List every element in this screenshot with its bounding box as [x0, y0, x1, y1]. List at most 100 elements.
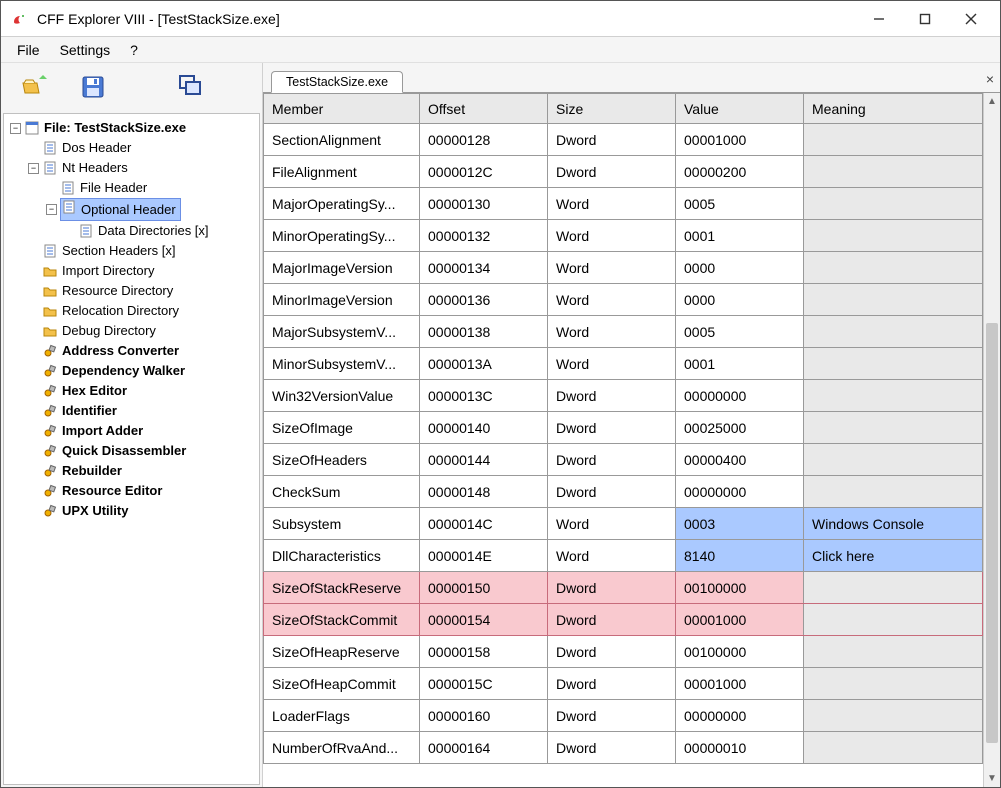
cell-meaning[interactable]: Windows Console — [804, 508, 983, 540]
cell-size[interactable]: Dword — [548, 156, 676, 188]
cell-offset[interactable]: 00000136 — [420, 284, 548, 316]
menu-settings[interactable]: Settings — [50, 40, 121, 60]
menu-file[interactable]: File — [7, 40, 50, 60]
cascade-icon[interactable] — [177, 73, 205, 101]
cell-value[interactable]: 0003 — [676, 508, 804, 540]
cell-value[interactable]: 00000400 — [676, 444, 804, 476]
cell-value[interactable]: 0000 — [676, 284, 804, 316]
cell-member[interactable]: SizeOfStackCommit — [264, 604, 420, 636]
table-row[interactable]: MajorOperatingSy...00000130Word0005 — [264, 188, 983, 220]
expander-icon[interactable]: − — [10, 123, 21, 134]
cell-offset[interactable]: 00000130 — [420, 188, 548, 220]
table-row[interactable]: FileAlignment0000012CDword00000200 — [264, 156, 983, 188]
cell-size[interactable]: Dword — [548, 572, 676, 604]
cell-value[interactable]: 8140 — [676, 540, 804, 572]
cell-value[interactable]: 00100000 — [676, 636, 804, 668]
tree-item[interactable]: Rebuilder — [6, 461, 257, 481]
tree-item[interactable]: Data Directories [x] — [6, 221, 257, 241]
cell-size[interactable]: Dword — [548, 700, 676, 732]
scroll-down-icon[interactable]: ▼ — [984, 770, 1000, 787]
close-button[interactable] — [948, 3, 994, 35]
tree-item[interactable]: −Nt Headers — [6, 158, 257, 178]
cell-size[interactable]: Dword — [548, 636, 676, 668]
minimize-button[interactable] — [856, 3, 902, 35]
cell-offset[interactable]: 0000013C — [420, 380, 548, 412]
cell-member[interactable]: DllCharacteristics — [264, 540, 420, 572]
data-grid[interactable]: Member Offset Size Value Meaning Section… — [263, 93, 983, 764]
tree-item[interactable]: Identifier — [6, 401, 257, 421]
tab-file[interactable]: TestStackSize.exe — [271, 71, 403, 93]
cell-member[interactable]: Subsystem — [264, 508, 420, 540]
cell-offset[interactable]: 0000014C — [420, 508, 548, 540]
cell-offset[interactable]: 00000154 — [420, 604, 548, 636]
tree-item[interactable]: Address Converter — [6, 341, 257, 361]
table-row[interactable]: MajorSubsystemV...00000138Word0005 — [264, 316, 983, 348]
table-row[interactable]: SizeOfHeapCommit0000015CDword00001000 — [264, 668, 983, 700]
expander-icon[interactable]: − — [28, 163, 39, 174]
cell-size[interactable]: Dword — [548, 604, 676, 636]
cell-member[interactable]: MinorImageVersion — [264, 284, 420, 316]
cell-value[interactable]: 0005 — [676, 316, 804, 348]
col-header-member[interactable]: Member — [264, 94, 420, 124]
cell-size[interactable]: Word — [548, 348, 676, 380]
cell-size[interactable]: Dword — [548, 124, 676, 156]
cell-member[interactable]: SizeOfHeapCommit — [264, 668, 420, 700]
cell-size[interactable]: Word — [548, 252, 676, 284]
cell-member[interactable]: SectionAlignment — [264, 124, 420, 156]
cell-value[interactable]: 00000000 — [676, 476, 804, 508]
save-icon[interactable] — [79, 73, 107, 101]
cell-offset[interactable]: 0000014E — [420, 540, 548, 572]
cell-member[interactable]: NumberOfRvaAnd... — [264, 732, 420, 764]
cell-member[interactable]: LoaderFlags — [264, 700, 420, 732]
cell-member[interactable]: Win32VersionValue — [264, 380, 420, 412]
cell-member[interactable]: FileAlignment — [264, 156, 420, 188]
cell-value[interactable]: 00001000 — [676, 604, 804, 636]
cell-offset[interactable]: 00000144 — [420, 444, 548, 476]
cell-member[interactable]: MajorSubsystemV... — [264, 316, 420, 348]
col-header-offset[interactable]: Offset — [420, 94, 548, 124]
cell-offset[interactable]: 00000128 — [420, 124, 548, 156]
cell-size[interactable]: Dword — [548, 380, 676, 412]
cell-offset[interactable]: 00000164 — [420, 732, 548, 764]
grid-header-row[interactable]: Member Offset Size Value Meaning — [264, 94, 983, 124]
cell-member[interactable]: MajorOperatingSy... — [264, 188, 420, 220]
cell-value[interactable]: 00001000 — [676, 668, 804, 700]
cell-meaning[interactable]: Click here — [804, 540, 983, 572]
cell-offset[interactable]: 00000132 — [420, 220, 548, 252]
table-row[interactable]: DllCharacteristics0000014EWord8140Click … — [264, 540, 983, 572]
tree-item[interactable]: Import Directory — [6, 261, 257, 281]
table-row[interactable]: CheckSum00000148Dword00000000 — [264, 476, 983, 508]
cell-member[interactable]: SizeOfHeaders — [264, 444, 420, 476]
tree-item[interactable]: Hex Editor — [6, 381, 257, 401]
tree-item[interactable]: Relocation Directory — [6, 301, 257, 321]
cell-offset[interactable]: 0000015C — [420, 668, 548, 700]
cell-value[interactable]: 0005 — [676, 188, 804, 220]
tree-item[interactable]: Import Adder — [6, 421, 257, 441]
maximize-button[interactable] — [902, 3, 948, 35]
table-row[interactable]: MajorImageVersion00000134Word0000 — [264, 252, 983, 284]
tree-item[interactable]: Resource Editor — [6, 481, 257, 501]
cell-value[interactable]: 00000000 — [676, 380, 804, 412]
cell-offset[interactable]: 00000148 — [420, 476, 548, 508]
table-row[interactable]: MinorImageVersion00000136Word0000 — [264, 284, 983, 316]
cell-value[interactable]: 00025000 — [676, 412, 804, 444]
cell-member[interactable]: CheckSum — [264, 476, 420, 508]
cell-offset[interactable]: 0000012C — [420, 156, 548, 188]
table-row[interactable]: Subsystem0000014CWord0003Windows Console — [264, 508, 983, 540]
cell-offset[interactable]: 00000150 — [420, 572, 548, 604]
table-row[interactable]: SizeOfHeaders00000144Dword00000400 — [264, 444, 983, 476]
table-row[interactable]: LoaderFlags00000160Dword00000000 — [264, 700, 983, 732]
col-header-size[interactable]: Size — [548, 94, 676, 124]
col-header-meaning[interactable]: Meaning — [804, 94, 983, 124]
cell-size[interactable]: Word — [548, 508, 676, 540]
cell-size[interactable]: Word — [548, 284, 676, 316]
tree-item[interactable]: Dependency Walker — [6, 361, 257, 381]
scroll-up-icon[interactable]: ▲ — [984, 93, 1000, 110]
cell-value[interactable]: 00100000 — [676, 572, 804, 604]
cell-size[interactable]: Word — [548, 540, 676, 572]
table-row[interactable]: SizeOfHeapReserve00000158Dword00100000 — [264, 636, 983, 668]
tree-item[interactable]: Resource Directory — [6, 281, 257, 301]
cell-offset[interactable]: 00000158 — [420, 636, 548, 668]
cell-value[interactable]: 0001 — [676, 348, 804, 380]
tree-item[interactable]: File Header — [6, 178, 257, 198]
